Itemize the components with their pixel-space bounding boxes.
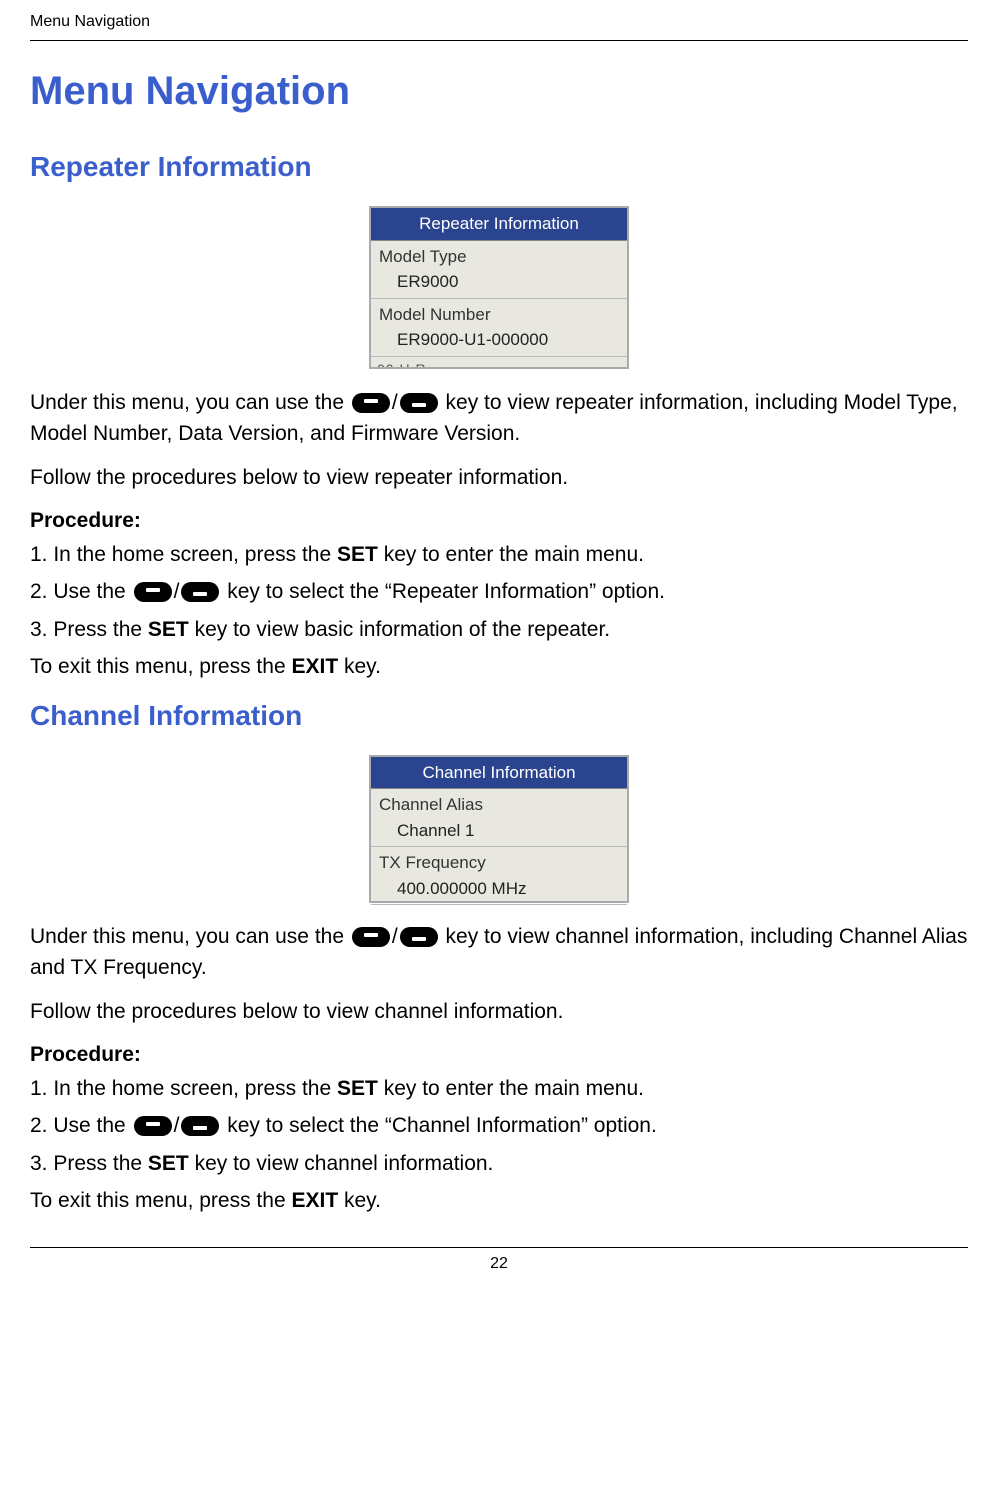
repeater-info-screenshot: Repeater Information Model Type ER9000 M… — [369, 206, 629, 369]
down-key-icon — [400, 393, 438, 413]
set-key-label: SET — [337, 543, 378, 566]
screenshot-clipped-row: 00 H R — [371, 357, 627, 367]
procedure-step-3: 3. Press the SET key to view basic infor… — [30, 614, 968, 646]
up-key-icon — [134, 582, 172, 602]
text: 3. Press the — [30, 1152, 148, 1175]
text: To exit this menu, press the — [30, 1189, 291, 1212]
channel-info-screenshot: Channel Information Channel Alias Channe… — [369, 755, 629, 903]
screenshot-value: 400.000000 MHz — [379, 876, 619, 902]
text: 1. In the home screen, press the — [30, 543, 337, 566]
footer-rule — [30, 1247, 968, 1248]
exit-key-label: EXIT — [291, 1189, 338, 1212]
exit-key-label: EXIT — [291, 655, 338, 678]
screenshot-value: ER9000 — [379, 269, 619, 295]
set-key-label: SET — [148, 1152, 189, 1175]
screenshot-row: Model Type ER9000 — [371, 241, 627, 299]
down-key-icon — [181, 582, 219, 602]
repeater-follow-paragraph: Follow the procedures below to view repe… — [30, 462, 968, 494]
screenshot-row: Model Number ER9000-U1-000000 — [371, 299, 627, 357]
procedure-step-2: 2. Use the / key to select the “Repeater… — [30, 576, 968, 608]
header-rule — [30, 40, 968, 41]
page-number: 22 — [30, 1252, 968, 1276]
up-key-icon — [134, 1116, 172, 1136]
text: key. — [338, 1189, 381, 1212]
text: key to select the “Repeater Information”… — [227, 580, 665, 603]
set-key-label: SET — [337, 1077, 378, 1100]
screenshot-titlebar: Channel Information — [371, 757, 627, 790]
procedure-step-1: 1. In the home screen, press the SET key… — [30, 1073, 968, 1105]
screenshot-label: TX Frequency — [379, 850, 619, 876]
slash: / — [174, 580, 180, 603]
down-key-icon — [400, 927, 438, 947]
screenshot-label: Channel Alias — [379, 792, 619, 818]
page-title: Menu Navigation — [30, 61, 968, 121]
screenshot-titlebar: Repeater Information — [371, 208, 627, 241]
channel-heading: Channel Information — [30, 695, 968, 737]
text: 1. In the home screen, press the — [30, 1077, 337, 1100]
screenshot-value: Channel 1 — [379, 818, 619, 844]
procedure-step-3: 3. Press the SET key to view channel inf… — [30, 1148, 968, 1180]
procedure-heading: Procedure: — [30, 505, 968, 537]
up-key-icon — [352, 393, 390, 413]
header-section-title: Menu Navigation — [30, 10, 968, 34]
procedure-heading: Procedure: — [30, 1039, 968, 1071]
channel-intro-paragraph: Under this menu, you can use the / key t… — [30, 921, 968, 984]
channel-follow-paragraph: Follow the procedures below to view chan… — [30, 996, 968, 1028]
text: Under this menu, you can use the — [30, 391, 350, 414]
slash: / — [174, 1114, 180, 1137]
text: To exit this menu, press the — [30, 655, 291, 678]
text: 2. Use the — [30, 1114, 132, 1137]
text: key to enter the main menu. — [378, 1077, 644, 1100]
down-key-icon — [181, 1116, 219, 1136]
repeater-intro-paragraph: Under this menu, you can use the / key t… — [30, 387, 968, 450]
text: key to view basic information of the rep… — [189, 618, 610, 641]
up-key-icon — [352, 927, 390, 947]
text: key. — [338, 655, 381, 678]
text: 2. Use the — [30, 580, 132, 603]
channel-exit-paragraph: To exit this menu, press the EXIT key. — [30, 1185, 968, 1217]
screenshot-value: ER9000-U1-000000 — [379, 327, 619, 353]
procedure-step-1: 1. In the home screen, press the SET key… — [30, 539, 968, 571]
text: key to enter the main menu. — [378, 543, 644, 566]
slash: / — [392, 925, 398, 948]
repeater-heading: Repeater Information — [30, 146, 968, 188]
text: Under this menu, you can use the — [30, 925, 350, 948]
text: key to select the “Channel Information” … — [227, 1114, 657, 1137]
set-key-label: SET — [148, 618, 189, 641]
text: 3. Press the — [30, 618, 148, 641]
screenshot-label: Model Number — [379, 302, 619, 328]
procedure-step-2: 2. Use the / key to select the “Channel … — [30, 1110, 968, 1142]
text: key to view channel information. — [189, 1152, 494, 1175]
slash: / — [392, 391, 398, 414]
screenshot-row: Channel Alias Channel 1 — [371, 789, 627, 847]
screenshot-label: Model Type — [379, 244, 619, 270]
screenshot-row: TX Frequency 400.000000 MHz — [371, 847, 627, 905]
repeater-exit-paragraph: To exit this menu, press the EXIT key. — [30, 651, 968, 683]
